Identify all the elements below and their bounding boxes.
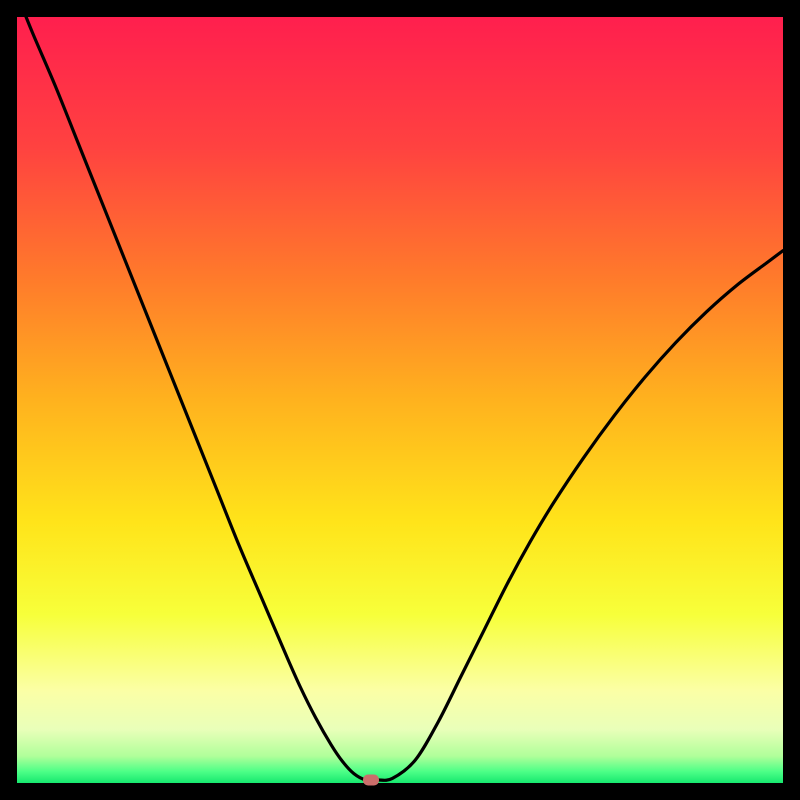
chart-marker (363, 774, 379, 785)
chart-curve (17, 17, 783, 783)
chart-frame: TheBottleneck.com (17, 17, 783, 783)
